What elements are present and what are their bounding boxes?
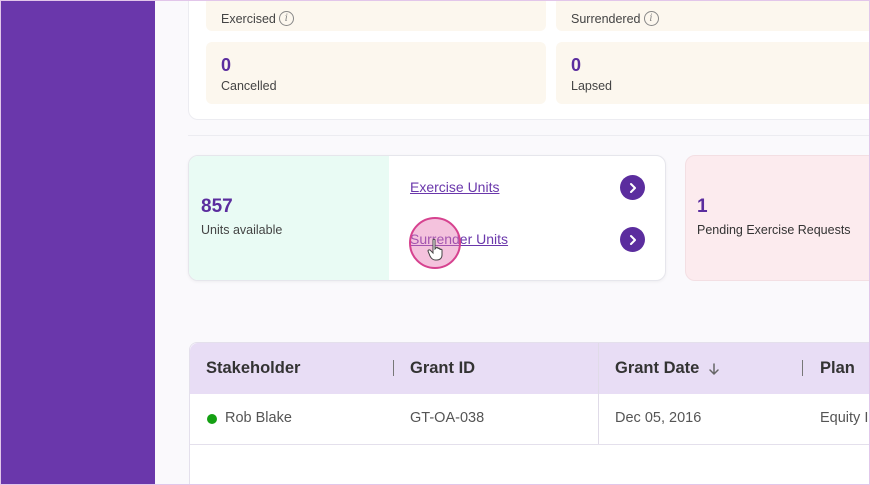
hand-pointer-icon [427,238,447,268]
cell-stakeholder: Rob Blake [225,410,292,426]
sidebar [0,0,155,485]
status-dot [207,414,217,424]
stat-tile-lapsed: 0 Lapsed [556,42,870,104]
sort-down-icon[interactable] [707,362,721,376]
units-available-value: 857 [201,196,233,217]
grants-table: Stakeholder Grant ID Grant Date Plan Rob… [189,342,870,485]
info-icon[interactable]: i [643,11,659,26]
exercise-units-link[interactable]: Exercise Units [410,179,499,195]
stat-tile-surrendered: Surrendered i [556,0,870,31]
table-row[interactable]: Rob Blake GT-OA-038 Dec 05, 2016 Equity … [190,394,870,445]
units-available-label: Units available [201,223,283,237]
column-resize-handle[interactable] [393,360,394,376]
stat-label-surrendered: Surrendered [571,11,641,26]
column-header-grant-id[interactable]: Grant ID [410,359,475,378]
pending-requests-card[interactable]: 1 Pending Exercise Requests [685,155,870,281]
pending-requests-value: 1 [697,196,708,217]
stat-label-lapsed: Lapsed [571,79,613,93]
cell-grant-id: GT-OA-038 [410,410,485,426]
column-header-plan[interactable]: Plan [820,359,855,378]
exercise-units-arrow-button[interactable] [620,175,645,200]
cell-grant-date: Dec 05, 2016 [615,410,702,426]
chevron-right-icon [629,234,636,245]
stat-label-cancelled: Cancelled [221,79,277,93]
chevron-right-icon [629,182,636,193]
stat-value-lapsed: 0 [571,55,582,75]
stats-card: Exercised i Surrendered i 0 Cancelled 0 … [188,0,870,120]
column-resize-handle[interactable] [802,360,803,376]
stat-tile-cancelled: 0 Cancelled [206,42,546,104]
stat-label-exercised: Exercised [221,11,276,26]
info-icon[interactable]: i [278,11,294,26]
section-divider [188,135,870,136]
column-header-grant-date[interactable]: Grant Date [615,359,721,378]
cell-plan: Equity In [820,410,870,426]
column-header-stakeholder[interactable]: Stakeholder [206,359,300,378]
surrender-units-arrow-button[interactable] [620,227,645,252]
table-header: Stakeholder Grant ID Grant Date Plan [190,343,870,394]
main-content: Exercised i Surrendered i 0 Cancelled 0 … [155,0,870,485]
stat-value-cancelled: 0 [221,55,232,75]
stat-tile-exercised: Exercised i [206,0,546,31]
pending-requests-label: Pending Exercise Requests [697,223,851,237]
units-available-panel: 857 Units available [189,156,389,280]
